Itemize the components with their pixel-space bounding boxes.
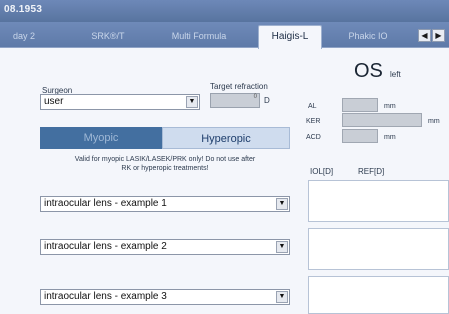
surgeon-value: user	[44, 96, 64, 107]
target-refraction-input[interactable]: 0	[210, 93, 260, 108]
target-refraction-label: Target refraction	[210, 82, 268, 91]
lens-select-1[interactable]: intraocular lens - example 1 ▼	[40, 196, 290, 212]
lens-select-2[interactable]: intraocular lens - example 2 ▼	[40, 239, 290, 255]
validity-note: Valid for myopic LASIK/LASEK/PRK only! D…	[30, 155, 300, 173]
target-refraction-unit: D	[264, 96, 270, 105]
result-box-3	[308, 276, 449, 314]
ref-header: REF[D]	[358, 167, 385, 176]
tab-prev-button[interactable]: ◀	[418, 29, 431, 42]
validity-note-line2: RK or hyperopic treatments!	[121, 165, 209, 172]
result-box-1	[308, 180, 449, 222]
al-field[interactable]	[342, 98, 378, 112]
result-box-2	[308, 228, 449, 270]
acd-unit: mm	[384, 134, 396, 141]
chevron-down-icon[interactable]: ▼	[186, 96, 198, 108]
eye-label: OS	[354, 60, 383, 82]
ker-label: KER	[306, 118, 321, 125]
tab-multi-formula[interactable]: Multi Formula	[166, 28, 232, 48]
lens-select-2-value: intraocular lens - example 2	[44, 241, 167, 252]
eye-side: left	[390, 70, 401, 79]
myopic-toggle[interactable]: Myopic	[40, 127, 162, 149]
hyperopic-toggle[interactable]: Hyperopic	[162, 127, 290, 149]
tab-haigis-l[interactable]: Haigis-L	[258, 25, 322, 49]
surgeon-select[interactable]: user ▼	[40, 94, 200, 110]
tab-next-button[interactable]: ▶	[432, 29, 445, 42]
al-label: AL	[308, 103, 317, 110]
tab-phakic-iol[interactable]: Phakic IO	[338, 28, 398, 48]
lens-select-1-value: intraocular lens - example 1	[44, 198, 167, 209]
lens-select-3[interactable]: intraocular lens - example 3 ▼	[40, 289, 290, 305]
al-unit: mm	[384, 103, 396, 110]
acd-field[interactable]	[342, 129, 378, 143]
title-bar: 08.1953	[0, 0, 449, 22]
lens-select-3-value: intraocular lens - example 3	[44, 291, 167, 302]
validity-note-line1: Valid for myopic LASIK/LASEK/PRK only! D…	[74, 156, 256, 163]
chevron-down-icon[interactable]: ▼	[276, 241, 288, 253]
chevron-down-icon[interactable]: ▼	[276, 291, 288, 303]
iol-header: IOL[D]	[310, 167, 334, 176]
ker-field[interactable]	[342, 113, 422, 127]
chevron-down-icon[interactable]: ▼	[276, 198, 288, 210]
window-title: 08.1953	[4, 4, 43, 15]
ker-unit: mm	[428, 118, 440, 125]
acd-label: ACD	[306, 134, 321, 141]
tab-srkt[interactable]: SRK®/T	[80, 28, 136, 48]
tab-day2[interactable]: day 2	[0, 28, 48, 48]
tab-strip: day 2 SRK®/T Multi Formula Haigis-L Phak…	[0, 22, 449, 49]
